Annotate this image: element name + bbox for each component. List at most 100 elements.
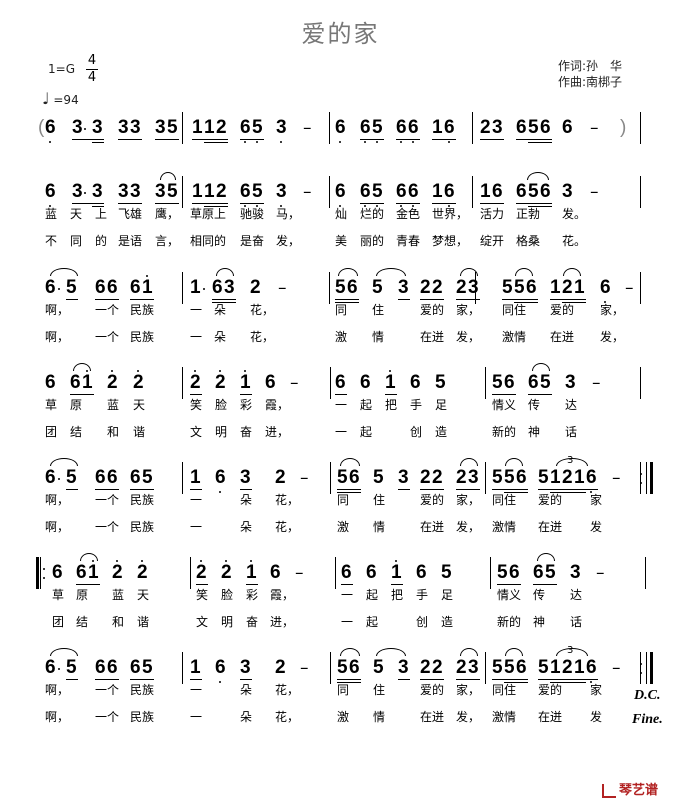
note: 6 [410, 372, 421, 393]
lyric-verse-1: 彩 [240, 398, 253, 412]
lyric-verse-1: 情义 [492, 398, 517, 412]
note: 2 [112, 562, 123, 583]
lyric-verse-1: 同 [337, 493, 350, 507]
note: 2 [137, 562, 148, 583]
sustain-dash: – [303, 182, 312, 202]
lyric-verse-2: 在迸 [420, 520, 445, 534]
lyric-verse-2: 发， [456, 710, 481, 724]
lyric-verse-2: 激情 [492, 710, 517, 724]
beam-underline [155, 203, 179, 204]
octave-dot-below [219, 681, 221, 683]
note: 3 [492, 117, 503, 138]
note: 6 [492, 181, 503, 202]
note: 3 [118, 181, 129, 202]
note: 6 [396, 117, 407, 138]
lyric-verse-1: 一 [341, 588, 354, 602]
beam-underline [246, 584, 258, 585]
note: 2 [196, 562, 207, 583]
lyric-verse-1: 彩 [246, 588, 259, 602]
note: 6 [366, 562, 377, 583]
note: 2 [562, 277, 573, 298]
lyric-verse-2: 美 [335, 234, 348, 248]
score-row-7: 6·5 66 651 6 3 2 -56 5 3 22 23556 51216 … [0, 645, 681, 748]
beam-underline [396, 139, 420, 140]
lyric-verse-1: 正勃 [516, 207, 541, 221]
note: 5 [373, 467, 384, 488]
note: 2 [133, 372, 144, 393]
beam-underline [240, 489, 252, 490]
note: 5 [492, 467, 503, 488]
beam-underline [92, 203, 104, 204]
repeat-end-thin-barline [646, 652, 647, 684]
note: 3 [468, 467, 479, 488]
sustain-dash: – [590, 118, 599, 138]
lyric-verse-2: 激 [335, 330, 348, 344]
note: 5 [492, 657, 503, 678]
lyric-verse-1: 花， [250, 303, 275, 317]
beam-underline [504, 489, 528, 490]
beam-underline [335, 394, 347, 395]
note: 6 [586, 467, 597, 488]
lyric-verse-2: 不 [45, 234, 58, 248]
lyric-verse-2: 情 [373, 520, 386, 534]
note: 3 [92, 181, 103, 202]
beam-underline [504, 679, 528, 680]
lyric-verse-1: 霞， [270, 588, 295, 602]
lyric-verse-2: 谐 [133, 425, 146, 439]
lyric-verse-2: 明 [215, 425, 228, 439]
lyric-verse-1: 同住 [492, 493, 517, 507]
note: 3 [276, 181, 287, 202]
beam-underline [155, 139, 179, 140]
repeat-end-thick-barline [650, 652, 653, 684]
lyric-verse-1: 啊， [45, 493, 70, 507]
beam-underline [337, 489, 361, 490]
time-signature: 4 4 [86, 54, 98, 85]
note: 2 [562, 657, 573, 678]
note: 5 [504, 467, 515, 488]
note: 3 [468, 657, 479, 678]
note: 5 [252, 117, 263, 138]
beam-underline [204, 139, 228, 140]
lyric-verse-1: 起 [360, 398, 373, 412]
note: 5 [538, 467, 549, 488]
note: 5 [335, 277, 346, 298]
note: 6 [516, 117, 527, 138]
lyric-verse-1: 起 [366, 588, 379, 602]
barline [182, 272, 183, 304]
barline [485, 462, 486, 494]
lyric-verse-2: 和 [112, 615, 125, 629]
lyric-verse-1: 脸 [215, 398, 228, 412]
note: 1 [240, 372, 251, 393]
lyric-verse-2: 啊， [45, 330, 70, 344]
time-sig-bottom: 4 [87, 70, 97, 85]
lyric-verse-1: 同 [337, 683, 350, 697]
beam-underline [528, 142, 552, 143]
lyric-verse-2: 团 [45, 425, 58, 439]
note: 6 [540, 181, 551, 202]
lyric-verse-2: 啊， [45, 520, 70, 534]
note: 6 [265, 372, 276, 393]
lyric-verse-1: 爱的 [420, 683, 445, 697]
lyric-verse-1: 金色 [396, 207, 421, 221]
note: 5 [167, 117, 178, 138]
lyric-verse-1: 爱的 [420, 493, 445, 507]
beam-underline [95, 679, 119, 680]
note: 5 [372, 117, 383, 138]
paren-close: ) [620, 117, 627, 138]
lyric-verse-2: 团 [52, 615, 65, 629]
beam-underline [240, 139, 264, 140]
lyric-verse-1: 达 [565, 398, 578, 412]
lyric-verse-2: 梦想， [432, 234, 469, 248]
note: 6 [95, 467, 106, 488]
note: 5 [540, 372, 551, 393]
note: 3 [570, 562, 581, 583]
logo-text: 琴艺谱 [619, 783, 659, 798]
note: 1 [204, 117, 215, 138]
note: 6 [600, 277, 611, 298]
beam-underline [240, 394, 252, 395]
note: 2 [420, 467, 431, 488]
note: 1 [432, 117, 443, 138]
beam-underline [391, 584, 403, 585]
note: 6 [240, 117, 251, 138]
note: 6 [107, 657, 118, 678]
